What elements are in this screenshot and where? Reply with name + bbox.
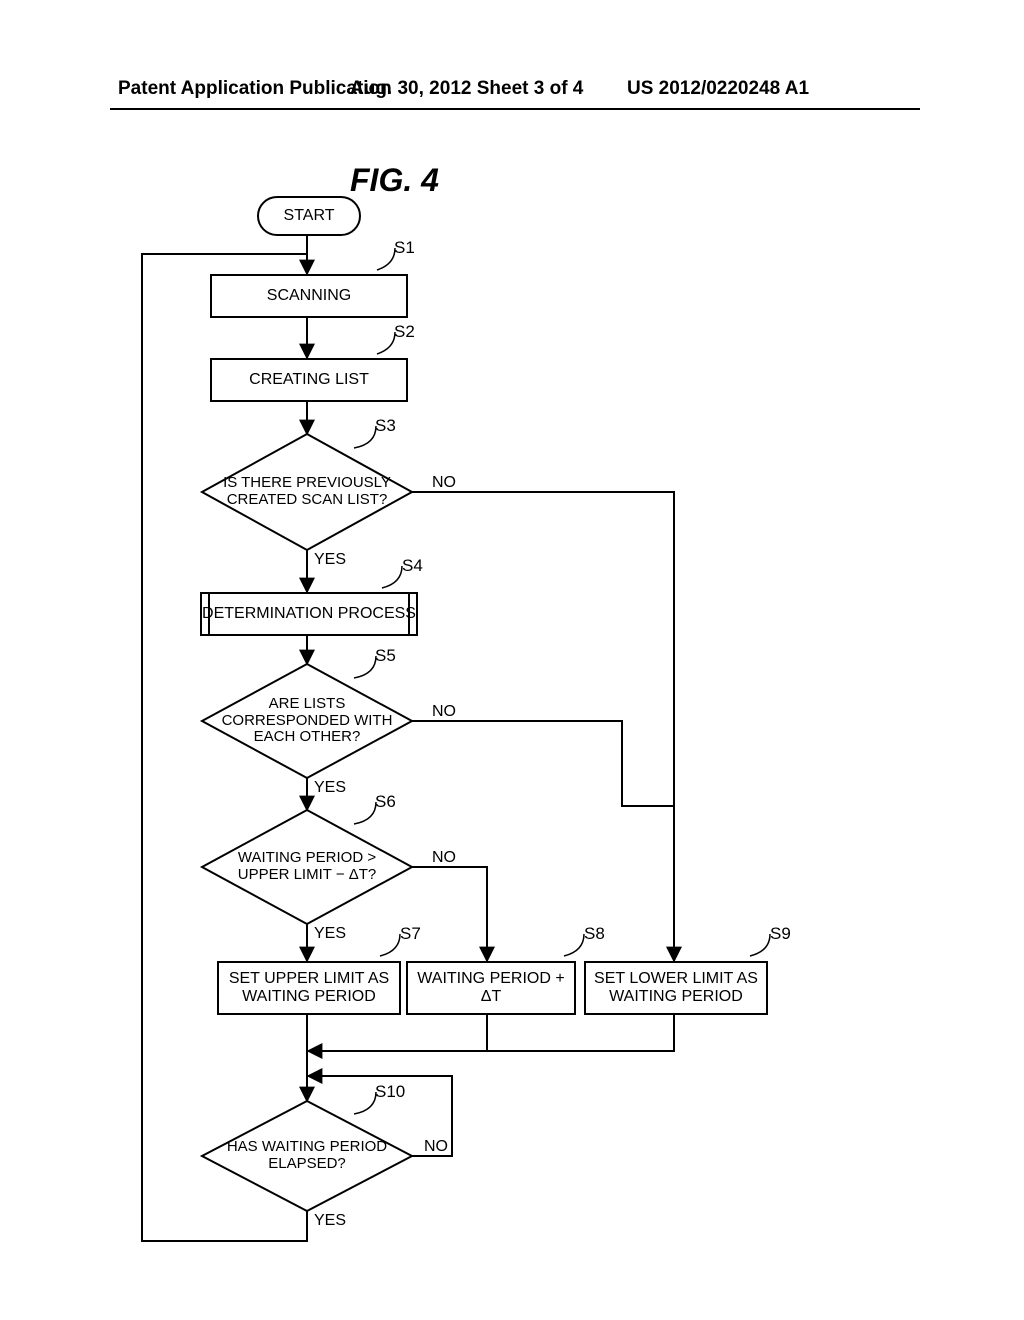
edge-s6-yes: YES <box>314 925 346 943</box>
node-s6: WAITING PERIOD > UPPER LIMIT − ΔT? <box>217 829 397 905</box>
node-s3: IS THERE PREVIOUSLY CREATED SCAN LIST? <box>217 454 397 530</box>
header-right: US 2012/0220248 A1 <box>627 78 809 100</box>
header-middle: Aug. 30, 2012 Sheet 3 of 4 <box>350 78 583 100</box>
node-s4-label: DETERMINATION PROCESS <box>202 605 416 623</box>
flowchart: START SCANNING S1 CREATING LIST S2 IS TH… <box>122 196 922 1266</box>
node-s5-label: ARE LISTS CORRESPONDED WITH EACH OTHER? <box>217 696 397 746</box>
edge-s3-no: NO <box>432 474 456 492</box>
step-label-s4: S4 <box>402 556 423 576</box>
node-s3-label: IS THERE PREVIOUSLY CREATED SCAN LIST? <box>217 475 397 509</box>
step-label-s10: S10 <box>375 1082 405 1102</box>
node-s5: ARE LISTS CORRESPONDED WITH EACH OTHER? <box>217 683 397 759</box>
figure-title: FIG. 4 <box>350 162 439 199</box>
edge-s3-yes: YES <box>314 551 346 569</box>
node-s1-label: SCANNING <box>267 287 351 305</box>
node-start-label: START <box>284 207 335 225</box>
node-s1: SCANNING <box>210 274 408 318</box>
page: Patent Application Publication Aug. 30, … <box>0 0 1024 1320</box>
node-s7: SET UPPER LIMIT AS WAITING PERIOD <box>217 961 401 1015</box>
step-label-s3: S3 <box>375 416 396 436</box>
node-s9-label: SET LOWER LIMIT AS WAITING PERIOD <box>586 970 766 1007</box>
node-start: START <box>257 196 361 236</box>
node-s9: SET LOWER LIMIT AS WAITING PERIOD <box>584 961 768 1015</box>
node-s4: DETERMINATION PROCESS <box>200 592 418 636</box>
step-label-s5: S5 <box>375 646 396 666</box>
step-label-s6: S6 <box>375 792 396 812</box>
step-label-s8: S8 <box>584 924 605 944</box>
node-s10-label: HAS WAITING PERIOD ELAPSED? <box>217 1139 397 1173</box>
step-label-s1: S1 <box>394 238 415 258</box>
step-label-s7: S7 <box>400 924 421 944</box>
step-label-s2: S2 <box>394 322 415 342</box>
node-s8-label: WAITING PERIOD + ΔT <box>408 970 574 1007</box>
edge-s10-no: NO <box>424 1138 448 1156</box>
node-s7-label: SET UPPER LIMIT AS WAITING PERIOD <box>219 970 399 1007</box>
node-s10: HAS WAITING PERIOD ELAPSED? <box>217 1118 397 1194</box>
header-rule <box>110 108 920 110</box>
edge-s5-yes: YES <box>314 779 346 797</box>
node-s2-label: CREATING LIST <box>249 371 369 389</box>
step-label-s9: S9 <box>770 924 791 944</box>
edge-s5-no: NO <box>432 703 456 721</box>
node-s2: CREATING LIST <box>210 358 408 402</box>
node-s8: WAITING PERIOD + ΔT <box>406 961 576 1015</box>
edge-s6-no: NO <box>432 849 456 867</box>
edge-s10-yes: YES <box>314 1212 346 1230</box>
node-s6-label: WAITING PERIOD > UPPER LIMIT − ΔT? <box>217 850 397 884</box>
